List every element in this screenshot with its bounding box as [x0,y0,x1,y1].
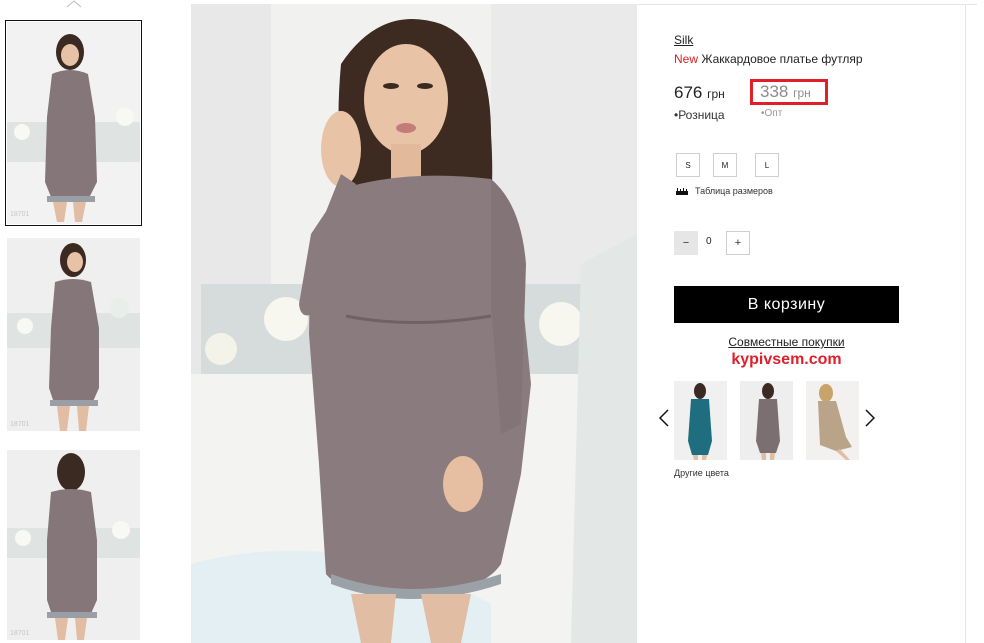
chevron-left-icon[interactable] [659,409,669,427]
new-badge: New [674,52,699,66]
wholesale-price-value: 338 [760,82,789,101]
retail-label-text: Розница [678,108,725,122]
product-title-text: Жаккардовое платье футляр [701,52,863,66]
size-s-button[interactable]: S [676,153,700,177]
brand-link[interactable]: Silk [674,33,693,47]
size-l-button[interactable]: L [755,153,779,177]
thumbnail-1[interactable]: 18701 [5,20,142,226]
wholesale-label: •Опт [761,108,783,119]
wholesale-currency: грн [793,86,811,100]
thumbnail-code: 18701 [10,421,30,428]
retail-price-value: 676 [674,83,703,102]
size-table-label: Таблица размеров [695,186,773,196]
quantity-decrease-button[interactable]: − [674,231,698,255]
quantity-value[interactable]: 0 [706,236,712,247]
main-product-image[interactable] [191,4,637,643]
retail-price: 676 грн [674,83,725,103]
wholesale-label-text: Опт [764,108,783,119]
joint-purchases-link[interactable]: Совместные покупки [674,335,899,349]
size-m-button[interactable]: M [713,153,737,177]
chevron-right-icon[interactable] [865,409,875,427]
add-to-cart-button[interactable]: В корзину [674,286,899,323]
site-watermark: kypivsem.com [731,351,842,368]
color-swatch-mauve[interactable] [740,381,793,460]
chevron-up-icon[interactable] [66,0,82,8]
ruler-icon [676,187,688,195]
divider-top [637,4,977,5]
size-table-link[interactable]: Таблица размеров [676,186,773,196]
divider-right [965,4,966,643]
quantity-increase-button[interactable]: + [726,231,750,255]
thumbnail-2[interactable]: 18701 [7,238,140,431]
product-title: New Жаккардовое платье футляр [674,52,863,66]
thumbnail-gallery: 18701 18701 18701 [0,0,160,643]
thumbnail-3[interactable]: 18701 [7,450,140,640]
wholesale-price: 338 грн [760,82,811,102]
color-swatch-teal[interactable] [674,381,727,460]
retail-currency: грн [707,87,725,101]
other-colors-label: Другие цвета [674,468,729,478]
thumbnail-code: 18701 [10,211,30,218]
thumbnail-code: 18701 [10,630,30,637]
color-swatch-beige[interactable] [806,381,859,460]
retail-label: •Розница [674,108,725,122]
